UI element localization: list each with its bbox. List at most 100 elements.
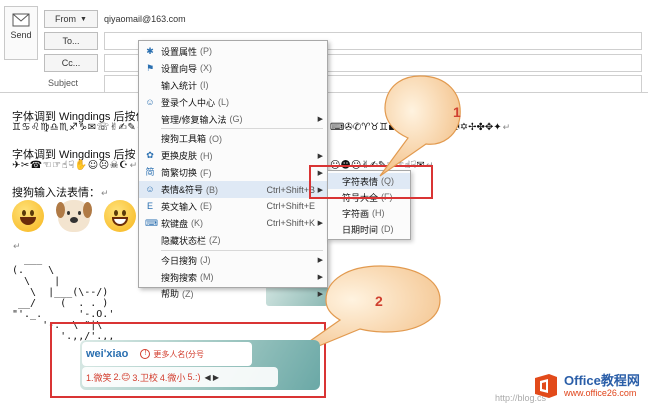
smile-emoji-icon — [12, 200, 44, 232]
ascii-line: \ | — [12, 276, 61, 287]
from-label: From — [55, 14, 77, 24]
ime-candidate[interactable]: 1.微笑 — [86, 371, 112, 384]
chevron-right-icon: ▶ — [317, 116, 323, 123]
menu-item[interactable]: ✱ 设置属性 (P) — [139, 43, 327, 60]
menu-item-key: (X) — [200, 63, 213, 74]
ime-tip[interactable]: ! 更多人名(分号 — [140, 349, 204, 360]
watermark: Office教程网 www.office26.com — [532, 372, 640, 400]
menu-item-label: 登录个人中心 — [161, 97, 216, 108]
subject-label: Subject — [48, 78, 79, 88]
menu-item-label: 软键盘 — [161, 218, 189, 229]
menu-item-key: (B) — [206, 184, 219, 195]
to-label: To... — [62, 36, 80, 46]
ime-candidate[interactable]: 3.卫校 — [132, 371, 158, 384]
watermark-url: www.office26.com — [564, 387, 637, 398]
ascii-line: (. \ — [12, 265, 55, 276]
menu-item-key: (K) — [191, 218, 204, 229]
menu-item-label: 设置属性 — [161, 46, 198, 57]
ascii-line: ___ — [12, 254, 43, 265]
submenu-item[interactable]: 日期时间 (D) — [328, 221, 410, 237]
menu-item-label: 今日搜狗 — [161, 255, 198, 266]
menu-separator — [161, 249, 323, 251]
menu-item-shortcut: Ctrl+Shift+K — [266, 218, 315, 229]
chevron-right-icon: ▶ — [317, 152, 323, 160]
menu-separator — [161, 128, 323, 130]
menu-item-icon: ⌨ — [145, 217, 158, 228]
menu-item-icon: ⚑ — [145, 62, 155, 73]
menu-item-icon — [145, 272, 155, 282]
callout-number-1: 1 — [453, 104, 461, 120]
menu-item-key: (E) — [200, 201, 213, 212]
menu-item-icon: E — [146, 201, 153, 212]
chevron-down-icon: ▼ — [80, 15, 87, 23]
submenu-item-key: (H) — [372, 208, 385, 218]
chevron-right-icon: ▶ — [317, 220, 323, 228]
envelope-icon — [12, 13, 30, 27]
ascii-line: \ |___(\--/) — [12, 287, 109, 298]
menu-item-icon: 简 — [145, 167, 155, 178]
ime-candidate[interactable]: 4.微小 — [160, 371, 186, 384]
menu-item-key: (O) — [209, 133, 223, 144]
menu-item-label: 英文输入 — [161, 201, 198, 212]
menu-item-label: 表情&符号 — [161, 185, 204, 196]
menu-item-label: 隐藏状态栏 — [161, 235, 207, 246]
submenu-item[interactable]: 字符画 (H) — [328, 205, 410, 221]
cc-button[interactable]: Cc... — [44, 54, 98, 72]
menu-item-key: (Z) — [182, 288, 194, 299]
menu-item-key: (F) — [200, 167, 212, 178]
menu-item[interactable]: ⌨ 软键盘 (K) Ctrl+Shift+K ▶ — [139, 215, 327, 232]
menu-item-key: (L) — [218, 97, 230, 108]
ime-candidate-bar: wei'xiao ! 更多人名(分号 1.微笑 2.😊 3.卫校 4.微小 5.:) ◀ … — [80, 340, 320, 390]
menu-item[interactable]: 搜狗工具箱 (O) — [139, 130, 327, 147]
to-button[interactable]: To... — [44, 32, 98, 50]
menu-item-shortcut: Ctrl+Shift+E — [266, 201, 315, 212]
send-button[interactable]: Send — [4, 6, 38, 60]
grin-emoji-icon — [104, 200, 136, 232]
menu-item-key: (P) — [200, 46, 213, 57]
menu-item[interactable]: E 英文输入 (E) Ctrl+Shift+E — [139, 198, 327, 215]
menu-item[interactable]: ☺ 表情&符号 (B) Ctrl+Shift+B ▶ — [139, 181, 327, 199]
menu-item[interactable]: ☺ 登录个人中心 (L) — [139, 94, 327, 111]
menu-item[interactable]: ✿ 更换皮肤 (H) ▶ — [139, 147, 327, 164]
menu-item-icon: ✿ — [146, 150, 154, 161]
menu-item-key: (H) — [200, 150, 213, 161]
ime-composition: wei'xiao ! 更多人名(分号 — [82, 342, 252, 366]
cc-label: Cc... — [61, 58, 81, 68]
menu-item-icon: ☺ — [145, 184, 155, 195]
menu-item[interactable]: ⚑ 设置向导 (X) — [139, 60, 327, 77]
menu-item-label: 搜狗工具箱 — [161, 134, 207, 145]
menu-item-label: 管理/修复输入法 — [161, 114, 227, 125]
from-button[interactable]: From ▼ — [44, 10, 98, 28]
submenu-item-label: 日期时间 — [342, 224, 379, 235]
menu-item-icon: ☺ — [145, 96, 155, 107]
menu-item-icon: ✱ — [146, 46, 154, 56]
menu-item-key: (J) — [200, 255, 211, 266]
ime-context-menu: ✱ 设置属性 (P) ⚑ 设置向导 (X) 输入统计 (I) ☺ 登录个人中心 (L) 管理/修复输入… — [138, 40, 328, 299]
menu-item-label: 输入统计 — [161, 80, 198, 91]
menu-item-label: 简繁切换 — [161, 168, 198, 179]
wingdings-line-1: ♊♋♌♍♎♏♐♑✉☏✌✍✎↵ — [12, 122, 145, 133]
submenu-item-key: (D) — [381, 224, 394, 234]
menu-item[interactable]: 输入统计 (I) — [139, 77, 327, 94]
menu-item-icon — [145, 114, 155, 124]
menu-item[interactable]: 管理/修复输入法 (G) ▶ — [139, 111, 327, 128]
menu-item-icon — [145, 288, 155, 298]
callout-bubble-1 — [379, 75, 461, 177]
menu-item-label: 更换皮肤 — [161, 151, 198, 162]
ime-candidates: 1.微笑 2.😊 3.卫校 4.微小 5.:) ◀ ▶ — [82, 367, 278, 387]
menu-item[interactable]: 隐藏状态栏 (Z) — [139, 232, 327, 249]
menu-item-key: (I) — [200, 80, 209, 91]
menu-item-label: 设置向导 — [161, 63, 198, 74]
dog-emoji-icon — [56, 200, 92, 232]
ime-candidate[interactable]: 5.:) — [187, 372, 200, 382]
menu-item-icon — [145, 133, 155, 143]
wingdings-line-2: ✈✂☎☜☞☝☟✋☺☹☠☪↵ — [12, 160, 138, 171]
ime-page-nav[interactable]: ◀ ▶ — [204, 373, 219, 382]
menu-item[interactable]: 简简繁切换 (F) ▶ — [139, 164, 327, 181]
menu-item-icon — [145, 255, 155, 265]
ime-candidate[interactable]: 2.😊 — [114, 372, 131, 383]
menu-item-icon — [145, 235, 155, 245]
from-value: qiyaomail@163.com — [104, 14, 186, 24]
ascii-line: __/ ( . . ) — [12, 298, 109, 309]
body-line-3: 搜狗输入法表情：↵ — [12, 187, 109, 199]
